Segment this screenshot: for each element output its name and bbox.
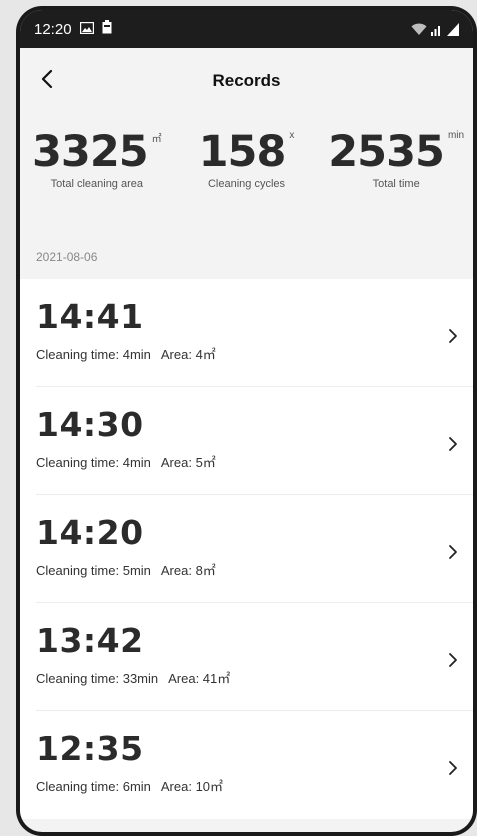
stat-cleaning-cycles: 158 x Cleaning cycles [172,126,322,190]
gallery-icon [79,21,94,38]
phone-frame: 12:20 Records 3325 ㎡ Total cleaning area… [16,6,477,836]
record-row[interactable]: 14:20 Cleaning time: 5min Area: 8㎡ [20,495,473,603]
chevron-right-icon [447,651,459,669]
record-details: Cleaning time: 4min Area: 4㎡ [36,344,473,363]
record-time: 13:42 [36,621,144,660]
record-cleaning-time: Cleaning time: 5min [36,563,151,578]
record-details: Cleaning time: 6min Area: 10㎡ [36,776,473,795]
record-area: Area: 8㎡ [160,563,216,578]
record-time: 14:30 [36,405,144,444]
record-row[interactable]: 14:30 Cleaning time: 4min Area: 5㎡ [20,387,473,495]
stat-total-time: 2535 min Total time [321,126,471,190]
stat-total-area: 3325 ㎡ Total cleaning area [22,126,172,190]
signal-icon [431,23,443,36]
record-area: Area: 41㎡ [168,671,231,686]
chevron-right-icon [447,759,459,777]
stat-unit: min [447,130,465,141]
record-cleaning-time: Cleaning time: 4min [36,455,151,470]
record-time: 14:20 [36,513,144,552]
record-row[interactable]: 12:35 Cleaning time: 6min Area: 10㎡ [20,711,473,819]
record-details: Cleaning time: 33min Area: 41㎡ [36,668,473,687]
stat-label: Total cleaning area [50,178,143,190]
record-area: Area: 10㎡ [160,779,224,794]
back-button[interactable] [34,68,60,94]
status-bar: 12:20 [20,10,473,48]
record-time: 12:35 [36,729,144,768]
record-row[interactable]: 13:42 Cleaning time: 33min Area: 41㎡ [20,603,473,711]
page-title: Records [212,71,281,90]
record-cleaning-time: Cleaning time: 4min [36,347,151,362]
battery-saver-icon [102,20,112,38]
header: Records [20,48,473,114]
stat-label: Cleaning cycles [207,178,286,190]
stats-summary: 3325 ㎡ Total cleaning area 158 x Cleanin… [20,126,473,190]
record-cleaning-time: Cleaning time: 33min [36,671,159,686]
record-area: Area: 5㎡ [160,455,216,470]
record-row[interactable]: 14:41 Cleaning time: 4min Area: 4㎡ [20,279,473,387]
stat-value: 3325 [31,127,149,177]
screen: 12:20 Records 3325 ㎡ Total cleaning area… [20,10,473,832]
record-cleaning-time: Cleaning time: 6min [36,779,151,794]
stat-unit: ㎡ [151,134,162,145]
chevron-right-icon [447,327,459,345]
stat-unit: x [289,130,295,141]
wifi-icon [411,23,427,36]
stat-value: 2535 [328,127,445,177]
status-time: 12:20 [34,20,72,38]
back-arrow-icon [40,69,54,94]
stat-label: Total time [372,178,420,190]
record-details: Cleaning time: 4min Area: 5㎡ [36,452,473,471]
chevron-right-icon [447,543,459,561]
status-left: 12:20 [34,20,112,38]
status-right [411,22,459,36]
record-area: Area: 4㎡ [160,347,216,362]
stat-value: 158 [198,127,287,177]
chevron-right-icon [447,435,459,453]
record-details: Cleaning time: 5min Area: 8㎡ [36,560,473,579]
records-list: 14:41 Cleaning time: 4min Area: 4㎡ 14:30 … [20,279,473,819]
date-header: 2021-08-06 [36,250,98,264]
battery-icon [447,22,459,36]
record-time: 14:41 [36,297,144,336]
